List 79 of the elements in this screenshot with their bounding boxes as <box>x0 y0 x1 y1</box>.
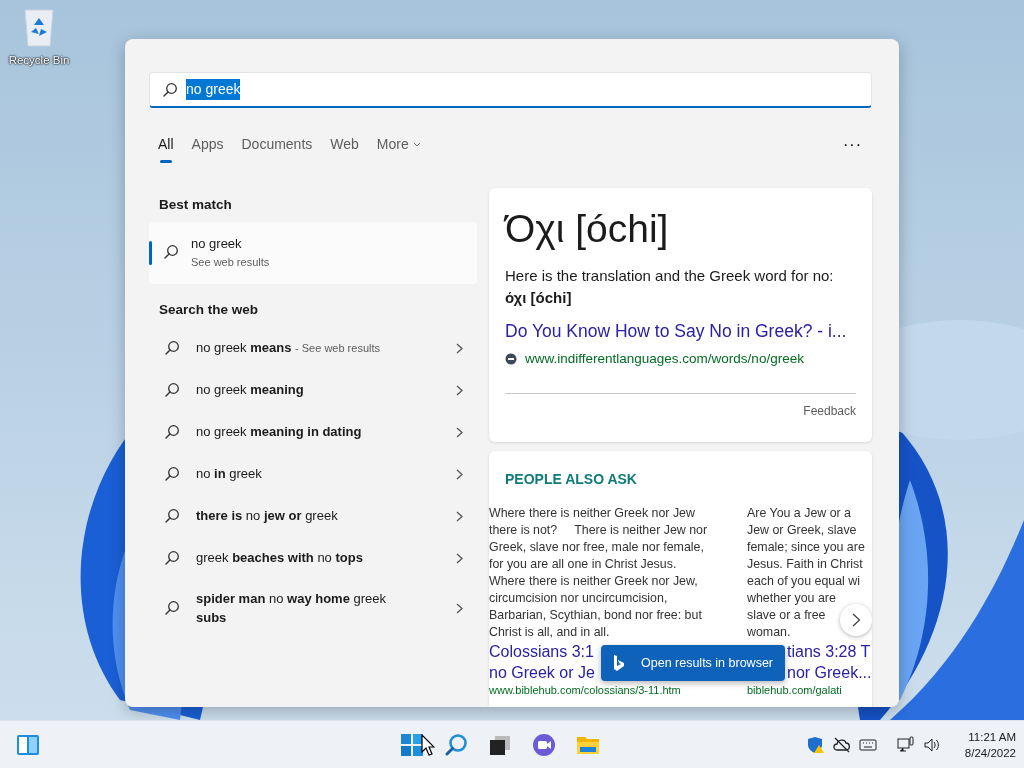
section-heading: Search the web <box>158 301 260 319</box>
search-icon <box>162 81 178 98</box>
suggestion-item[interactable]: no greek meaning <box>149 369 477 411</box>
chevron-right-icon <box>456 384 463 396</box>
answer-line: each of you equal wi <box>747 573 860 590</box>
result-subtitle: See web results <box>191 254 270 270</box>
answer-line: whether you are <box>747 590 836 607</box>
more-options-button[interactable]: ··· <box>837 132 868 158</box>
bing-icon <box>613 655 625 671</box>
section-heading: PEOPLE ALSO ASK <box>504 470 638 489</box>
answer-line: Where there is neither Greek nor Jew, <box>489 573 698 590</box>
answer-text: Here is the translation and the Greek word for no: όχι [óchi] <box>505 265 835 308</box>
answer-line: slave or a free <box>747 607 826 624</box>
search-field[interactable]: no greek <box>149 72 872 108</box>
site-icon <box>505 352 517 365</box>
result-url[interactable]: www.biblehub.com/colossians/3-11.htm <box>489 683 681 697</box>
feedback-link[interactable]: Feedback <box>803 401 856 420</box>
answer-line: Jew or Greek, slave <box>747 522 857 539</box>
chevron-right-icon <box>456 342 463 354</box>
cursor-icon <box>421 734 435 756</box>
chevron-right-icon <box>851 613 861 627</box>
search-icon <box>163 244 179 260</box>
best-match-item[interactable]: no greek See web results <box>149 222 477 284</box>
time-text: 11:21 AM <box>967 729 1016 745</box>
answer-line: female; since you are <box>747 539 865 556</box>
suggestion-item[interactable]: no in greek <box>149 453 477 495</box>
result-link[interactable]: Colossians 3:1 <box>489 641 594 662</box>
tab[interactable]: More <box>367 132 430 163</box>
answer-line: there is not? There is neither Jew nor <box>489 522 708 539</box>
answer-line: for you are all one in Christ Jesus. <box>489 556 677 573</box>
result-url[interactable]: www.indifferentlanguages.com/words/no/greek <box>525 348 804 369</box>
search-icon <box>444 732 468 757</box>
network-icon[interactable] <box>896 735 915 754</box>
suggestion-item[interactable]: there is no jew or greek <box>149 495 477 537</box>
result-title: no greek <box>191 235 243 253</box>
suggestion-item[interactable]: spider man no way home greek subs <box>149 579 477 637</box>
chevron-right-icon <box>456 468 463 480</box>
result-link[interactable]: no Greek or Je <box>489 662 595 683</box>
widgets-icon <box>16 733 40 756</box>
search-icon <box>164 382 180 398</box>
section-heading: Best match <box>158 196 233 214</box>
search-icon <box>164 600 180 616</box>
chevron-right-icon <box>456 510 463 522</box>
suggestion-item[interactable]: greek beaches with no tops <box>149 537 477 579</box>
date-text: 8/24/2022 <box>964 745 1016 761</box>
tab[interactable]: Apps <box>182 132 233 163</box>
answer-line: circumcision nor uncircumcision, <box>489 590 668 607</box>
search-icon <box>164 508 180 524</box>
chevron-right-icon <box>456 602 463 614</box>
answer-line: Christ is all, and in all. <box>489 624 610 641</box>
search-icon <box>164 550 180 566</box>
chevron-right-icon <box>456 552 463 564</box>
chevron-right-icon <box>456 426 463 438</box>
windows-logo-icon <box>400 732 424 757</box>
video-chat-icon <box>532 732 556 757</box>
answer-line: Barbarian, Scythian, bond nor free: but <box>489 607 702 624</box>
security-warning-icon[interactable] <box>806 735 825 754</box>
result-link[interactable]: tians 3:28 T <box>787 641 871 662</box>
search-icon <box>164 466 180 482</box>
suggestion-item[interactable]: no greek meaning in dating <box>149 411 477 453</box>
answer-line: Are You a Jew or a <box>747 505 851 522</box>
answer-line: Jesus. Faith in Christ <box>747 556 863 573</box>
search-icon <box>164 340 180 356</box>
result-link[interactable]: nor Greek... <box>787 662 872 683</box>
tab[interactable]: Documents <box>232 132 322 163</box>
answer-line: Where there is neither Greek nor Jew <box>489 505 695 522</box>
cloud-off-icon[interactable] <box>832 735 851 754</box>
open-in-browser-toast[interactable]: Open results in browser <box>601 645 785 681</box>
answer-line: woman. <box>747 624 791 641</box>
result-url[interactable]: biblehub.com/galati <box>747 683 842 697</box>
suggestion-item[interactable]: no greek means - See web results <box>149 327 477 369</box>
answer-line: Greek, slave nor free, male nor female, <box>489 539 704 556</box>
next-button[interactable] <box>840 604 872 636</box>
tab[interactable]: Web <box>321 132 368 163</box>
search-icon <box>164 424 180 440</box>
recycle-bin-icon[interactable] <box>21 8 57 48</box>
answer-title: Όχι [óchi] <box>505 206 670 252</box>
result-link[interactable]: Do You Know How to Say No in Greek? - i... <box>505 318 856 345</box>
tab[interactable]: All <box>149 132 183 163</box>
